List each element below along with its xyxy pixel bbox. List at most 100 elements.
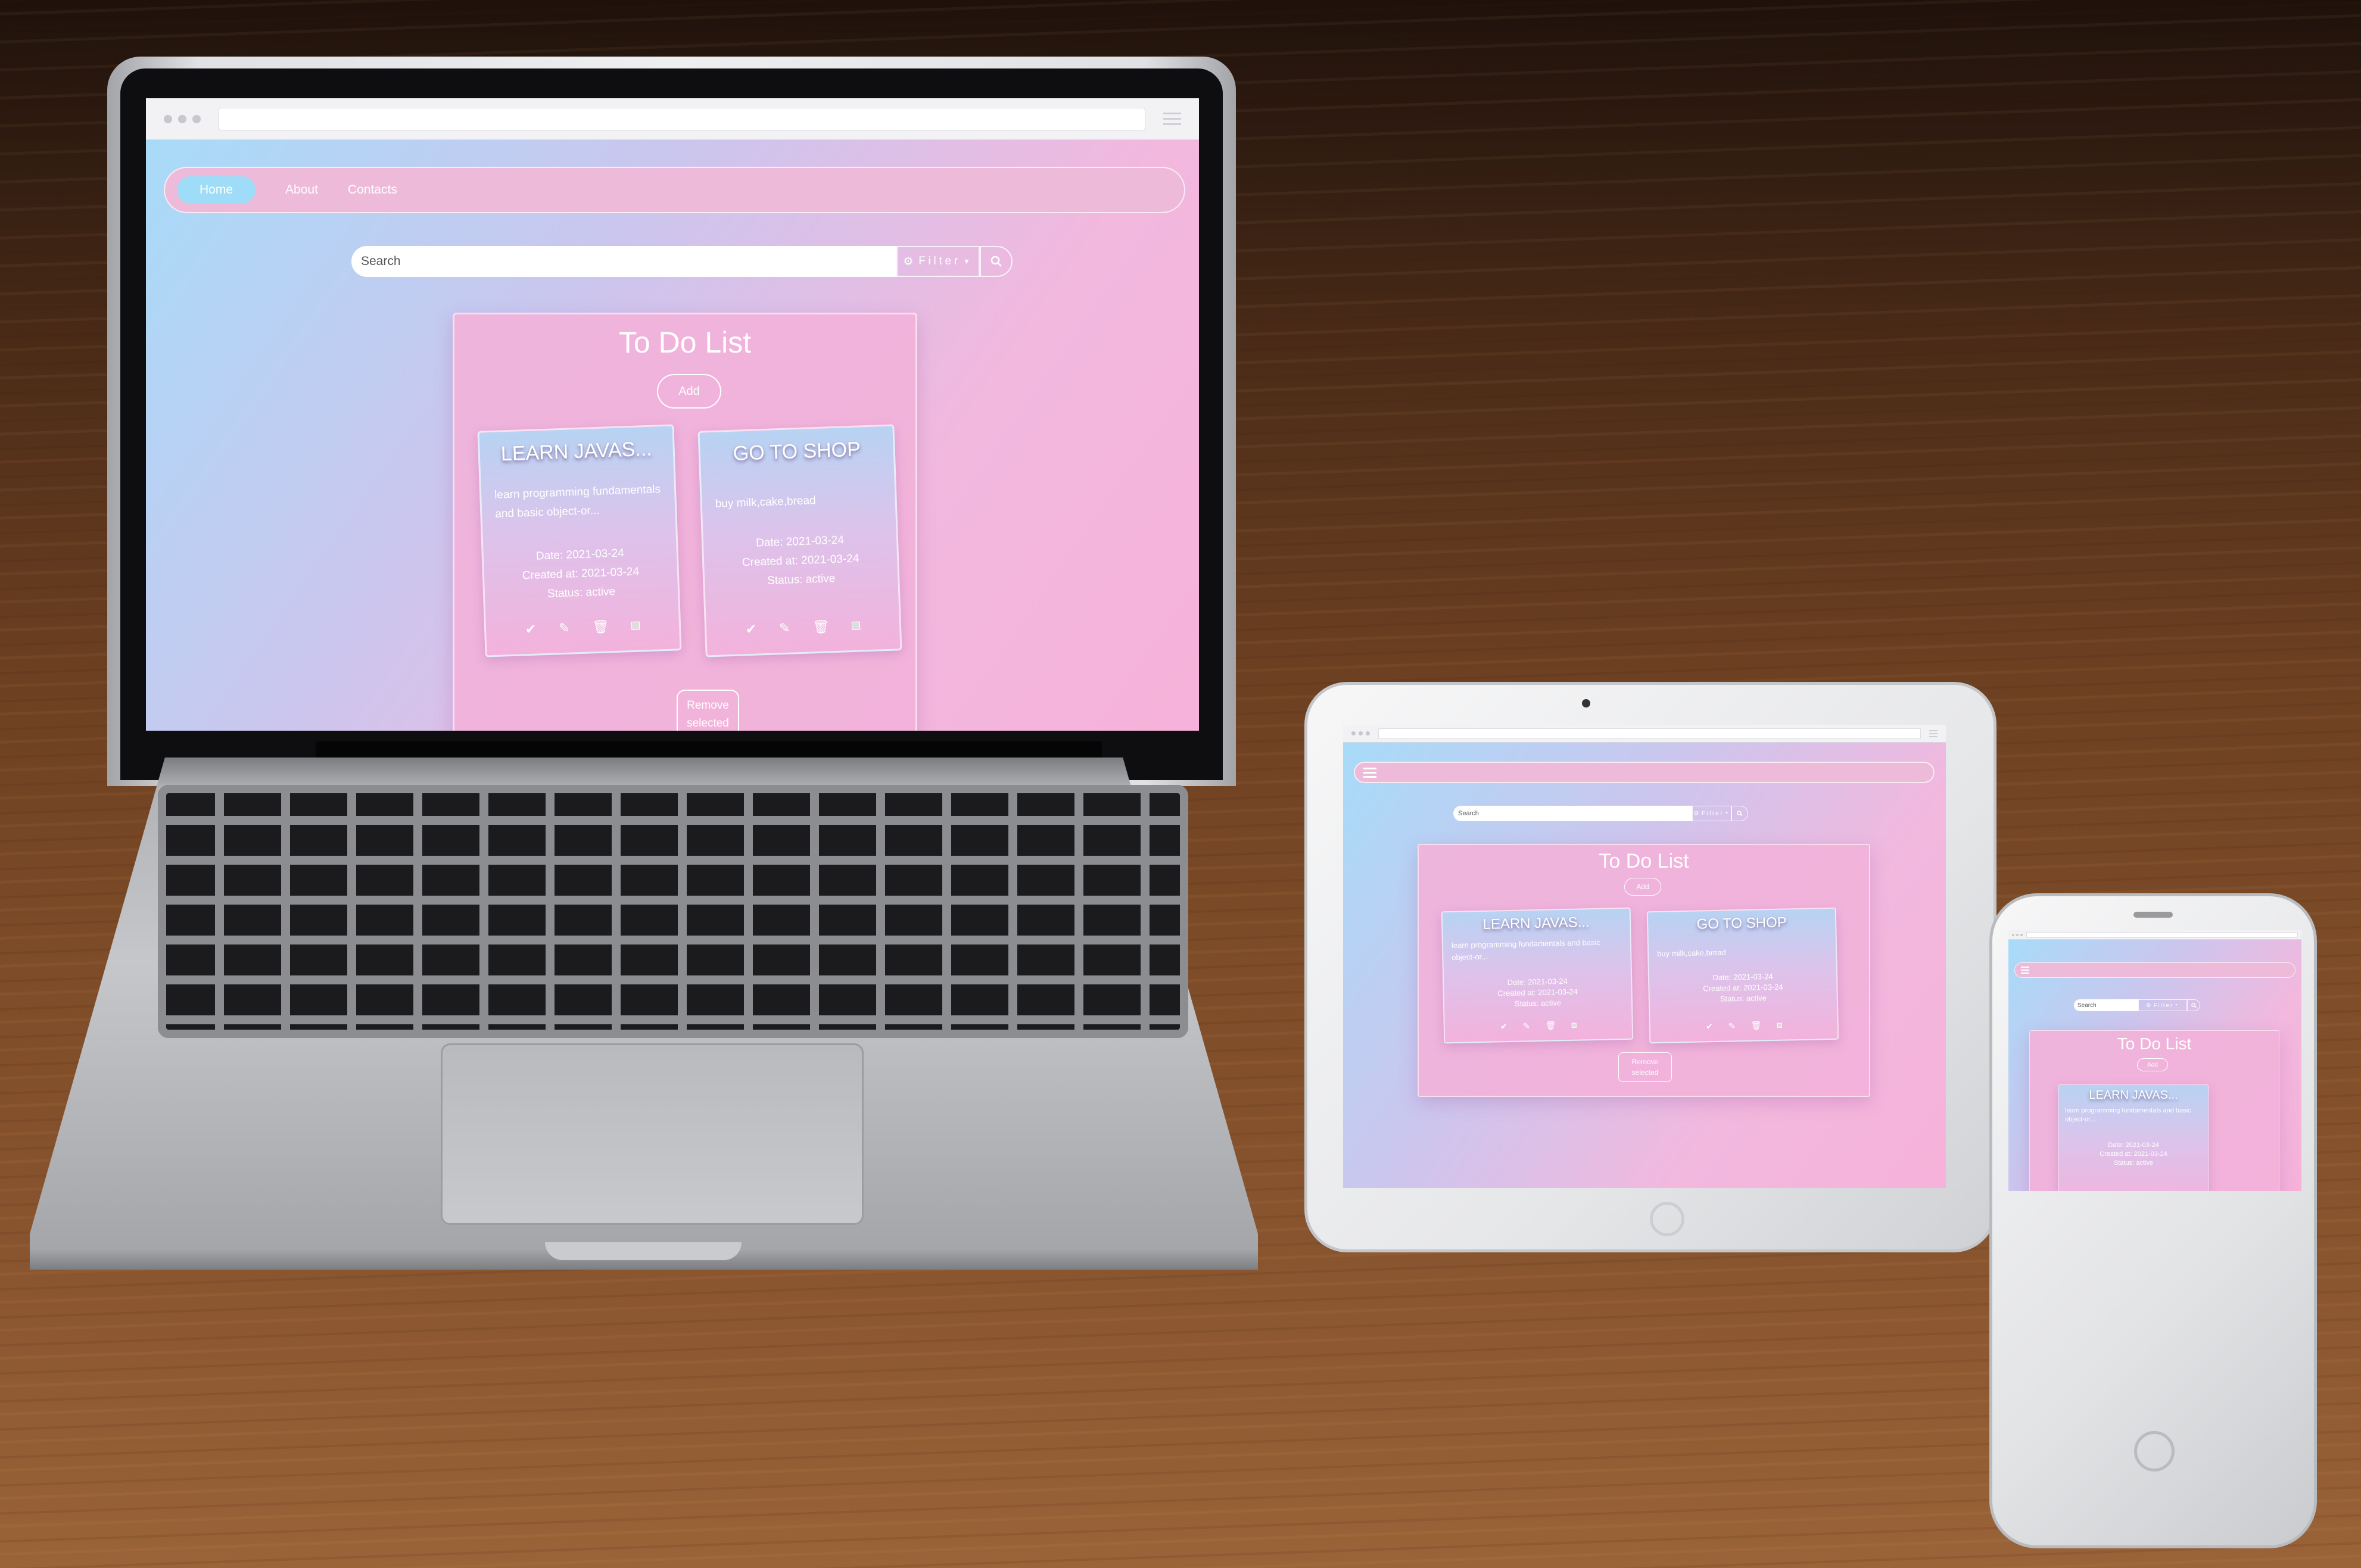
search-button[interactable]: [1731, 806, 1748, 821]
window-dots: [2012, 933, 2023, 936]
window-dots: [1351, 731, 1370, 735]
check-icon[interactable]: ✔: [1706, 1021, 1713, 1031]
search-icon: [991, 255, 1002, 267]
search-placeholder: Search: [361, 254, 401, 268]
todo-title: To Do List: [1599, 850, 1689, 872]
todo-panel: To Do List Add LEARN JAVAS... learn prog…: [453, 313, 917, 731]
task-title: LEARN JAVAS...: [1482, 914, 1590, 933]
select-checkbox[interactable]: [1777, 1023, 1782, 1028]
laptop-screen: Home About Contacts Search ⚙ Filter ▼ To…: [146, 98, 1199, 731]
nav-home[interactable]: Home: [177, 176, 256, 204]
search-bar: Search ⚙ Filter ▼: [351, 246, 1013, 277]
filter-button[interactable]: ⚙ Filter ▼: [1692, 806, 1731, 821]
browser-menu-icon[interactable]: [1929, 730, 1938, 737]
trash-icon[interactable]: 🗑: [1545, 1020, 1556, 1030]
edit-icon[interactable]: ✎: [1523, 1021, 1530, 1031]
edit-icon[interactable]: ✎: [779, 621, 790, 637]
filter-label: Filter: [2153, 1002, 2174, 1008]
browser-chrome: [2008, 930, 2301, 940]
gear-icon: ⚙: [1693, 810, 1700, 817]
add-button[interactable]: Add: [657, 374, 721, 409]
todo-panel: To Do List Add LEARN JAVAS... learn prog…: [2029, 1030, 2279, 1191]
trash-icon[interactable]: 🗑: [1750, 1020, 1761, 1030]
check-icon[interactable]: ✔: [1500, 1021, 1507, 1031]
laptop-notch: [545, 1242, 742, 1260]
remove-selected-button[interactable]: Remove selected: [677, 690, 739, 731]
filter-button[interactable]: ⚙ Filter ▼: [2138, 999, 2187, 1011]
filter-label: Filter: [1701, 810, 1724, 817]
address-bar[interactable]: [2026, 931, 2298, 938]
nav-contacts[interactable]: Contacts: [348, 183, 397, 197]
remove-label-2: selected: [1631, 1068, 1659, 1077]
search-icon: [1737, 811, 1743, 816]
navbar: [1354, 762, 1935, 783]
tablet-home-button[interactable]: [1650, 1202, 1684, 1236]
task-description: learn programming fundamentals and basic…: [2065, 1107, 2191, 1123]
edit-icon[interactable]: ✎: [559, 621, 570, 637]
search-input[interactable]: Search: [351, 246, 896, 277]
tablet-camera: [1582, 699, 1590, 707]
nav-about[interactable]: About: [285, 183, 318, 197]
todo-panel: To Do List Add LEARN JAVAS... learn prog…: [1418, 844, 1870, 1097]
menu-icon[interactable]: [2021, 967, 2029, 974]
task-title: LEARN JAVAS...: [500, 437, 653, 466]
window-dots: [164, 114, 201, 123]
task-actions: ✔ ✎ 🗑: [486, 616, 680, 638]
filter-button[interactable]: ⚙ Filter ▼: [896, 246, 980, 277]
remove-label-1: Remove: [687, 699, 729, 712]
select-checkbox[interactable]: [852, 621, 861, 631]
gear-icon: ⚙: [2146, 1002, 2153, 1008]
task-date: Date: 2021-03-24: [535, 547, 625, 563]
tablet-screen: Search ⚙ Filter ▼ To Do List Add LEARN J…: [1343, 725, 1946, 1188]
trash-icon[interactable]: 🗑: [592, 619, 609, 635]
add-button[interactable]: Add: [1624, 878, 1661, 896]
menu-icon[interactable]: [1363, 767, 1376, 778]
browser-menu-icon[interactable]: [1163, 113, 1181, 125]
todo-title: To Do List: [2117, 1034, 2192, 1053]
remove-label-1: Remove: [1631, 1058, 1659, 1066]
address-bar[interactable]: [1378, 728, 1921, 739]
search-input[interactable]: Search: [1453, 806, 1692, 821]
task-title: GO TO SHOP: [733, 438, 861, 465]
task-status: Status: active: [1514, 998, 1562, 1008]
phone-speaker: [2133, 912, 2173, 918]
search-button[interactable]: [2187, 999, 2200, 1011]
phone-home-button[interactable]: [2134, 1431, 2175, 1472]
task-actions: ✔ ✎ 🗑: [1650, 1019, 1837, 1033]
caret-down-icon: ▼: [963, 257, 973, 266]
trash-icon[interactable]: 🗑: [812, 619, 830, 635]
gear-icon: ⚙: [903, 255, 917, 268]
task-description: buy milk,cake,bread: [715, 494, 816, 510]
todo-title: To Do List: [618, 326, 752, 359]
task-actions: ✔ ✎ 🗑: [706, 616, 900, 638]
remove-label-2: selected: [687, 717, 729, 730]
task-title: GO TO SHOP: [1696, 914, 1787, 933]
task-description: buy milk,cake,bread: [1657, 947, 1726, 959]
task-card: LEARN JAVAS... learn programming fundame…: [477, 424, 682, 657]
task-card: LEARN JAVAS... learn programming fundame…: [2058, 1084, 2209, 1191]
add-button[interactable]: Add: [2137, 1058, 2168, 1071]
search-placeholder: Search: [1458, 810, 1479, 817]
search-bar: Search ⚙ Filter ▼: [2074, 999, 2200, 1011]
search-button[interactable]: [980, 246, 1013, 277]
caret-down-icon: ▼: [2175, 1003, 2179, 1007]
select-checkbox[interactable]: [631, 621, 640, 631]
address-bar[interactable]: [219, 107, 1145, 130]
search-placeholder: Search: [2077, 1002, 2097, 1009]
task-card: GO TO SHOP buy milk,cake,bread Date: 202…: [1646, 907, 1839, 1044]
task-card: LEARN JAVAS... learn programming fundame…: [1441, 907, 1634, 1044]
check-icon[interactable]: ✔: [745, 622, 756, 638]
check-icon[interactable]: ✔: [525, 622, 536, 638]
search-input[interactable]: Search: [2074, 999, 2138, 1011]
navbar: Home About Contacts: [164, 167, 1185, 213]
select-checkbox[interactable]: [1571, 1023, 1577, 1028]
navbar: [2014, 962, 2295, 978]
trackpad: [441, 1043, 864, 1225]
search-icon: [2191, 1002, 2197, 1008]
edit-icon[interactable]: ✎: [1728, 1021, 1736, 1031]
task-date: Date: 2021-03-24: [755, 534, 845, 550]
task-card: GO TO SHOP buy milk,cake,bread Date: 202…: [697, 424, 902, 657]
remove-selected-button[interactable]: Remove selected: [1618, 1052, 1672, 1082]
browser-chrome: [146, 98, 1199, 140]
phone-screen: Search ⚙ Filter ▼ To Do List Add LEARN J…: [2008, 930, 2301, 1191]
